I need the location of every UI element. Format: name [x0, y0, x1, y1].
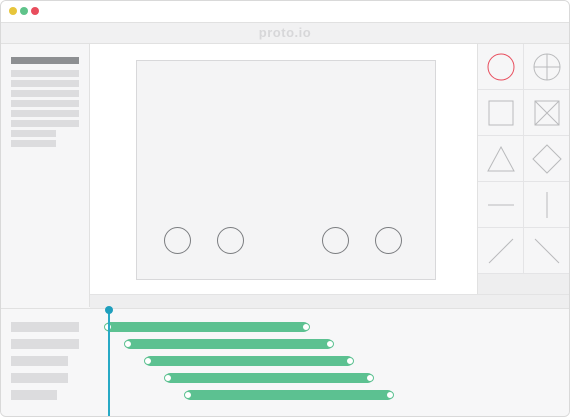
diagonal-line-down-icon [534, 238, 560, 264]
maximize-dot-icon[interactable] [20, 7, 28, 15]
square-icon [488, 100, 514, 126]
animation-timeline [1, 306, 569, 416]
layers-sidebar [1, 44, 90, 307]
sidebar-item[interactable] [11, 140, 56, 147]
shape-square-cross-tile[interactable] [524, 90, 569, 136]
vertical-line-icon [546, 192, 548, 218]
shape-diagonal-up-tile[interactable] [478, 228, 524, 274]
track-end-handle[interactable] [366, 374, 374, 382]
track-end-handle[interactable] [302, 323, 310, 331]
sidebar-item[interactable] [11, 110, 79, 117]
timeline-track-label[interactable] [11, 322, 79, 332]
timeline-track-bar[interactable] [104, 322, 310, 332]
triangle-icon [487, 145, 515, 172]
artboard[interactable] [136, 60, 436, 280]
sidebar-item[interactable] [11, 100, 79, 107]
shape-circle-tile[interactable] [478, 44, 524, 90]
track-start-handle[interactable] [184, 391, 192, 399]
timeline-track-bar[interactable] [144, 356, 354, 366]
shape-circle-crosshair-tile[interactable] [524, 44, 569, 90]
sidebar-item[interactable] [11, 70, 79, 77]
timeline-track-label[interactable] [11, 339, 79, 349]
timeline-track-label[interactable] [11, 373, 68, 383]
timeline-track-bar[interactable] [164, 373, 374, 383]
timeline-track-bar[interactable] [124, 339, 334, 349]
address-bar: proto.io [1, 23, 569, 44]
timeline-track-label[interactable] [11, 356, 68, 366]
track-end-handle[interactable] [386, 391, 394, 399]
track-start-handle[interactable] [144, 357, 152, 365]
artboard-circle-element[interactable] [322, 227, 349, 254]
shape-library-panel [477, 44, 569, 274]
artboard-circle-element[interactable] [164, 227, 191, 254]
circle-icon [487, 53, 515, 81]
title-bar [1, 1, 569, 23]
close-dot-icon[interactable] [31, 7, 39, 15]
shape-panel-footer [477, 274, 569, 294]
square-cross-icon [534, 100, 560, 126]
artboard-circle-element[interactable] [375, 227, 402, 254]
sidebar-item[interactable] [11, 90, 79, 97]
shape-square-tile[interactable] [478, 90, 524, 136]
timeline-track-label[interactable] [11, 390, 57, 400]
shape-vertical-line-tile[interactable] [524, 182, 569, 228]
circle-crosshair-icon [533, 53, 561, 81]
shape-diamond-tile[interactable] [524, 136, 569, 182]
sidebar-item[interactable] [11, 120, 79, 127]
track-end-handle[interactable] [326, 340, 334, 348]
canvas-horizontal-scrollbar[interactable] [90, 294, 569, 309]
sidebar-item[interactable] [11, 130, 56, 137]
horizontal-line-icon [488, 204, 514, 206]
diagonal-line-up-icon [488, 238, 514, 264]
canvas-area [90, 44, 477, 294]
timeline-track-bar[interactable] [184, 390, 394, 400]
minimize-dot-icon[interactable] [9, 7, 17, 15]
diamond-icon [532, 144, 562, 174]
sidebar-item[interactable] [11, 80, 79, 87]
track-start-handle[interactable] [124, 340, 132, 348]
sidebar-heading [11, 57, 79, 64]
artboard-circle-element[interactable] [217, 227, 244, 254]
shape-horizontal-line-tile[interactable] [478, 182, 524, 228]
brand-logo: proto.io [258, 25, 312, 40]
shape-triangle-tile[interactable] [478, 136, 524, 182]
shape-diagonal-down-tile[interactable] [524, 228, 569, 274]
track-start-handle[interactable] [164, 374, 172, 382]
track-end-handle[interactable] [346, 357, 354, 365]
playhead-line[interactable] [108, 311, 110, 416]
playhead-handle-icon[interactable] [105, 306, 113, 314]
app-window: proto.io [0, 0, 570, 417]
